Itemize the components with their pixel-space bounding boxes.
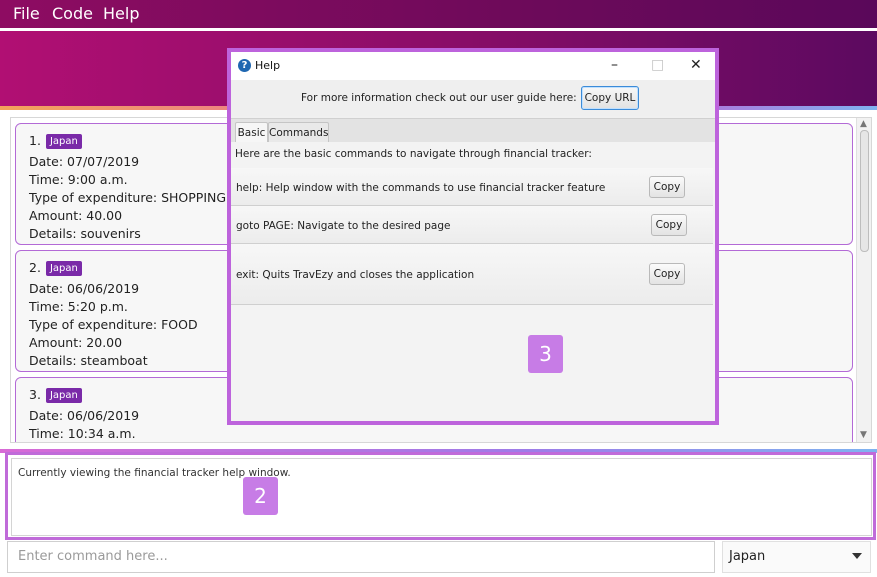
result-panel: Currently viewing the financial tracker … [5,452,876,540]
expense-index: 1. [29,133,41,148]
copy-button[interactable]: Copy [649,263,685,285]
tab-commands[interactable]: Commands [268,122,329,143]
help-title: Help [255,59,281,72]
expense-time: Time: 9:00 a.m. [29,172,128,187]
expense-amount: Amount: 40.00 [29,208,123,223]
expense-details: Details: souvenirs [29,226,141,241]
menu-code[interactable]: Code [52,4,93,23]
list-scrollbar[interactable]: ▲ ▼ [856,118,871,442]
expense-type: Type of expenditure: SHOPPING [29,190,227,205]
expense-details: Details: steamboat [29,353,148,368]
scroll-down-icon[interactable]: ▼ [860,430,867,440]
country-tag: Japan [45,388,82,403]
close-icon[interactable]: ✕ [690,57,702,73]
help-icon: ? [238,59,251,72]
menu-file[interactable]: File [13,4,40,23]
annotation-badge-2: 2 [243,477,278,515]
help-window: ? Help – □ ✕ For more information check … [227,48,719,425]
expense-date: Date: 06/06/2019 [29,281,140,296]
expense-date: Date: 06/06/2019 [29,408,140,423]
help-tab-content: Here are the basic commands to navigate … [231,142,715,421]
help-intro: Here are the basic commands to navigate … [235,148,592,160]
country-select[interactable]: Japan [722,541,871,573]
help-info-bar: For more information check out our user … [231,80,715,116]
copy-url-button[interactable]: Copy URL [581,86,639,110]
command-row-goto: goto PAGE: Navigate to the desired page … [231,206,713,244]
command-desc: goto PAGE: Navigate to the desired page [236,220,451,232]
command-desc: help: Help window with the commands to u… [236,182,606,194]
command-input[interactable] [8,542,708,570]
user-guide-text: For more information check out our user … [301,92,591,104]
command-row-help: help: Help window with the commands to u… [231,168,713,206]
expense-time: Time: 10:34 a.m. [29,426,136,441]
command-row-exit: exit: Quits TravEzy and closes the appli… [231,244,713,305]
expense-index-line: 3. Japan [29,387,82,403]
scroll-thumb[interactable] [860,130,869,252]
expense-index-line: 1. Japan [29,133,82,149]
help-window-body: ? Help – □ ✕ For more information check … [231,52,715,421]
copy-button[interactable]: Copy [649,176,685,198]
expense-date: Date: 07/07/2019 [29,154,140,169]
help-titlebar[interactable]: ? Help – □ ✕ [231,52,715,80]
expense-time: Time: 5:20 p.m. [29,299,128,314]
chevron-down-icon [852,553,862,559]
expense-amount: Amount: 20.00 [29,335,123,350]
country-tag: Japan [45,134,82,149]
copy-button[interactable]: Copy [651,214,687,236]
expense-index-line: 2. Japan [29,260,82,276]
menu-help[interactable]: Help [103,4,139,23]
menu-bar: File Code Help [0,0,877,28]
maximize-icon[interactable]: □ [651,57,664,73]
country-tag: Japan [45,261,82,276]
expense-type: Type of expenditure: FOOD [29,317,198,332]
command-box[interactable] [7,541,715,573]
tab-basic[interactable]: Basic [235,122,268,143]
minimize-icon[interactable]: – [611,57,618,73]
command-desc: exit: Quits TravEzy and closes the appli… [236,269,475,281]
expense-index: 2. [29,260,41,275]
annotation-badge-3: 3 [528,335,563,373]
scroll-up-icon[interactable]: ▲ [860,119,867,129]
expense-index: 3. [29,387,41,402]
country-select-value: Japan [729,549,766,564]
result-display: Currently viewing the financial tracker … [11,458,872,536]
help-tabs: Basic Commands [231,118,715,143]
